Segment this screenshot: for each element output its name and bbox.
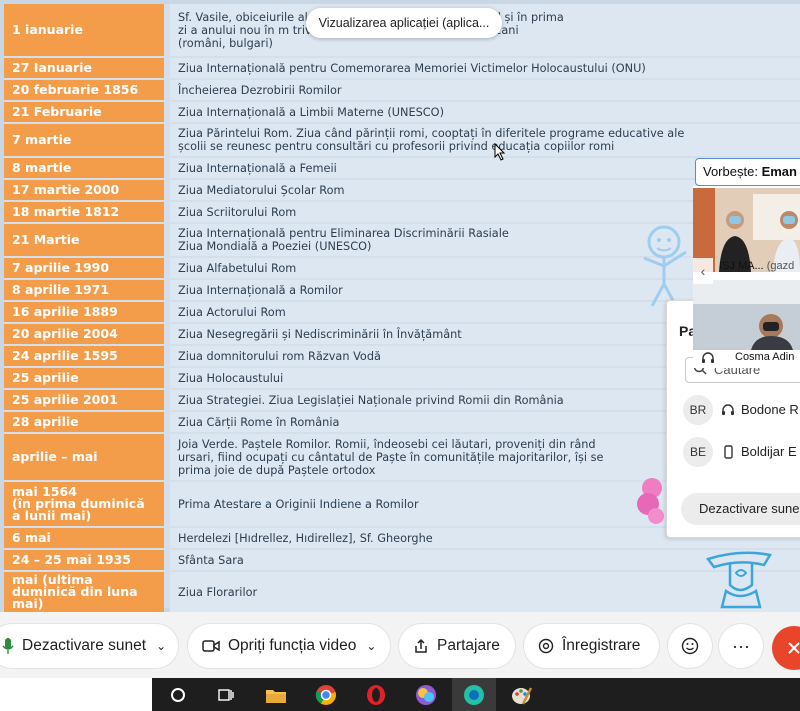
speaker-name: Eman bbox=[761, 164, 797, 179]
chrome-icon[interactable] bbox=[304, 678, 348, 711]
video-label: Opriți funcția video bbox=[228, 637, 357, 654]
date-cell: 6 mai bbox=[4, 528, 164, 548]
opera-icon[interactable] bbox=[354, 678, 398, 711]
microphone-icon bbox=[2, 638, 14, 654]
description-cell: Încheierea Dezrobirii Romilor bbox=[170, 80, 800, 100]
participant-row[interactable]: BE Boldijar E bbox=[683, 437, 800, 467]
headset-icon bbox=[722, 404, 734, 415]
record-label: Înregistrare bbox=[562, 637, 641, 654]
task-view-icon[interactable] bbox=[204, 678, 248, 711]
webex-icon[interactable] bbox=[452, 678, 496, 711]
color-app-icon[interactable] bbox=[404, 678, 448, 711]
video-camera-icon bbox=[202, 640, 220, 652]
reactions-button[interactable] bbox=[668, 624, 712, 668]
mute-button[interactable]: Dezactivare sunet ⌄ bbox=[0, 624, 178, 668]
table-row: 8 martie Ziua Internațională a Femeii bbox=[4, 158, 800, 180]
date-cell: 20 februarie 1856 bbox=[4, 80, 164, 100]
table-row: 17 martie 2000 Ziua Mediatorului Școlar R… bbox=[4, 180, 800, 202]
file-explorer-icon[interactable] bbox=[254, 678, 298, 711]
date-cell: 27 Ianuarie bbox=[4, 58, 164, 78]
windows-taskbar bbox=[0, 678, 800, 711]
video-tile[interactable] bbox=[693, 280, 800, 350]
smiley-icon bbox=[681, 637, 699, 655]
stop-video-button[interactable]: Opriți funcția video ⌄ bbox=[188, 624, 390, 668]
date-cell: 20 aprilie 2004 bbox=[4, 324, 164, 344]
video-feed-image bbox=[693, 280, 800, 350]
active-speaker-label: Vorbește: Eman bbox=[695, 158, 800, 186]
share-button[interactable]: Partajare bbox=[399, 624, 515, 668]
date-cell: 25 aprilie 2001 bbox=[4, 390, 164, 410]
mouse-cursor-icon bbox=[494, 143, 506, 161]
participant-name: Boldijar E bbox=[741, 444, 797, 459]
date-cell: aprilie – mai bbox=[4, 434, 164, 480]
close-icon bbox=[788, 642, 800, 654]
avatar: BR bbox=[683, 395, 713, 425]
date-cell: 1 ianuarie bbox=[4, 4, 164, 56]
app-view-tooltip: Vizualizarea aplicației (aplica... bbox=[306, 8, 502, 38]
table-row: 21 Februarie Ziua Internațională a Limbii… bbox=[4, 102, 800, 124]
date-cell: 24 aprilie 1595 bbox=[4, 346, 164, 366]
chevron-down-icon[interactable]: ⌄ bbox=[366, 639, 376, 653]
phone-device-icon bbox=[724, 445, 733, 459]
mute-all-button[interactable]: Dezactivare sune bbox=[681, 493, 800, 525]
record-button[interactable]: Înregistrare bbox=[524, 624, 659, 668]
participant-row[interactable]: BR Bodone R bbox=[683, 395, 800, 425]
chevron-down-icon[interactable]: ⌄ bbox=[156, 639, 166, 653]
description-cell: Ziua Părintelui Rom. Ziua când părinții … bbox=[170, 124, 800, 156]
taskbar-search-area[interactable] bbox=[0, 678, 152, 711]
date-cell: 16 aprilie 1889 bbox=[4, 302, 164, 322]
table-row: 7 martie Ziua Părintelui Rom. Ziua când p… bbox=[4, 124, 800, 158]
avatar: BE bbox=[683, 437, 713, 467]
date-cell: mai 1564 (în prima duminică a lunii mai) bbox=[4, 482, 164, 526]
description-cell: Ziua Internațională pentru Comemorarea M… bbox=[170, 58, 800, 78]
more-icon: ··· bbox=[732, 635, 750, 656]
flower-drawing bbox=[637, 478, 664, 524]
date-cell: 7 aprilie 1990 bbox=[4, 258, 164, 278]
share-label: Partajare bbox=[437, 637, 500, 654]
speaking-prefix: Vorbește: bbox=[703, 164, 758, 179]
table-row: 20 februarie 1856 Încheierea Dezrobirii R… bbox=[4, 80, 800, 102]
date-cell: 24 – 25 mai 1935 bbox=[4, 550, 164, 570]
chevron-left-icon[interactable]: ‹ bbox=[693, 258, 713, 284]
description-cell: Ziua Internațională a Limbii Materne (UN… bbox=[170, 102, 800, 122]
date-cell: 18 martie 1812 bbox=[4, 202, 164, 222]
date-cell: 21 Februarie bbox=[4, 102, 164, 122]
date-cell: 28 aprilie bbox=[4, 412, 164, 432]
meeting-toolbar: Dezactivare sunet ⌄ Opriți funcția video… bbox=[0, 612, 800, 678]
date-cell: 8 aprilie 1971 bbox=[4, 280, 164, 300]
mute-label: Dezactivare sunet bbox=[22, 637, 147, 654]
record-icon bbox=[538, 638, 554, 654]
date-cell: 17 martie 2000 bbox=[4, 180, 164, 200]
share-icon bbox=[415, 638, 427, 653]
date-cell: 21 Martie bbox=[4, 224, 164, 256]
table-row: 24 – 25 mai 1935 Sfânta Sara bbox=[4, 550, 800, 572]
table-row: 27 Ianuarie Ziua Internațională pentru Co… bbox=[4, 58, 800, 80]
participant-name: Bodone R bbox=[741, 402, 799, 417]
table-row: mai (ultima duminică din luna mai) Ziua F… bbox=[4, 572, 800, 612]
more-options-button[interactable]: ··· bbox=[719, 624, 763, 668]
paint-icon[interactable] bbox=[500, 678, 544, 711]
video-tile-label: Cosma Adin bbox=[735, 351, 795, 363]
video-tile-label: ISJ MA... (gazd bbox=[719, 260, 795, 272]
table-row: 18 martie 1812 Ziua Scriitorului Rom bbox=[4, 202, 800, 224]
date-cell: mai (ultima duminică din luna mai) bbox=[4, 572, 164, 612]
stick-figure-drawing bbox=[643, 225, 687, 307]
date-cell: 7 martie bbox=[4, 124, 164, 156]
child-drawing bbox=[705, 551, 772, 609]
date-cell: 25 aprilie bbox=[4, 368, 164, 388]
start-circle-icon[interactable] bbox=[156, 678, 200, 711]
headset-icon bbox=[702, 352, 714, 363]
date-cell: 8 martie bbox=[4, 158, 164, 178]
